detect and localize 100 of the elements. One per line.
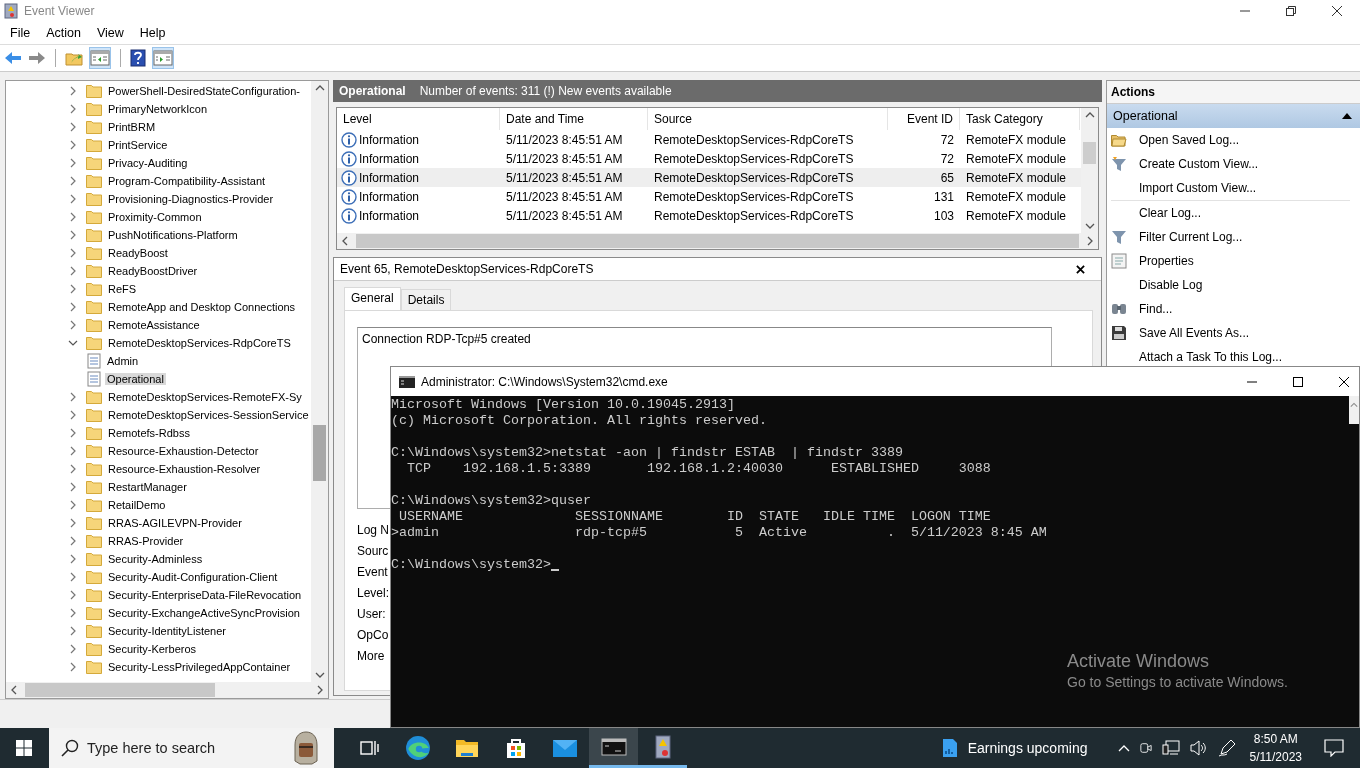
chevron-right-icon[interactable] xyxy=(68,248,78,258)
menu-item[interactable]: File xyxy=(2,26,39,40)
restore-icon[interactable] xyxy=(1286,6,1296,16)
scrollbar[interactable] xyxy=(6,682,328,698)
tree-item[interactable]: PrintService xyxy=(106,139,170,151)
back-arrow-icon[interactable] xyxy=(4,51,22,65)
maximize-icon[interactable] xyxy=(1293,376,1303,387)
chevron-up-icon[interactable] xyxy=(1117,744,1130,752)
chevron-right-icon[interactable] xyxy=(68,122,78,132)
tree-item[interactable]: RRAS-Provider xyxy=(106,535,186,547)
scrollbar[interactable] xyxy=(337,233,1098,249)
folder-icon[interactable] xyxy=(454,737,479,759)
column-header[interactable]: Event ID xyxy=(888,108,960,130)
chevron-right-icon[interactable] xyxy=(68,518,78,528)
tree-item[interactable]: PrimaryNetworkIcon xyxy=(106,103,210,115)
tree-item[interactable]: Program-Compatibility-Assistant xyxy=(106,175,268,187)
close-icon[interactable] xyxy=(1339,376,1349,387)
chevron-right-icon[interactable] xyxy=(68,392,78,402)
action-link[interactable]: Disable Log xyxy=(1137,278,1203,292)
chevron-right-icon[interactable] xyxy=(68,410,78,420)
news-widget[interactable]: Earnings upcoming xyxy=(967,740,1088,756)
scroll-up-icon[interactable] xyxy=(314,85,325,91)
chevron-down-icon[interactable] xyxy=(68,338,78,348)
chevron-right-icon[interactable] xyxy=(68,446,78,456)
scroll-thumb[interactable] xyxy=(356,234,1079,248)
chevron-right-icon[interactable] xyxy=(68,428,78,438)
scroll-thumb[interactable] xyxy=(313,425,326,481)
scroll-left-icon[interactable] xyxy=(11,685,17,695)
chevron-right-icon[interactable] xyxy=(68,230,78,240)
tree-item[interactable]: Proximity-Common xyxy=(106,211,204,223)
chevron-right-icon[interactable] xyxy=(68,194,78,204)
camera-icon[interactable] xyxy=(1139,740,1152,756)
action-link[interactable]: Clear Log... xyxy=(1137,206,1202,220)
column-header[interactable]: Date and Time xyxy=(500,108,648,130)
tree-item[interactable]: ReadyBoost xyxy=(106,247,170,259)
menu-item[interactable]: Action xyxy=(38,26,89,40)
tree-item[interactable]: Resource-Exhaustion-Detector xyxy=(106,445,261,457)
up-folder-icon[interactable] xyxy=(65,50,83,66)
chevron-right-icon[interactable] xyxy=(68,104,78,114)
action-link[interactable]: Open Saved Log... xyxy=(1137,133,1240,147)
tree-item[interactable]: Provisioning-Diagnostics-Provider xyxy=(106,193,276,205)
tree-item[interactable]: ReadyBoostDriver xyxy=(106,265,200,277)
tree-item[interactable]: RetailDemo xyxy=(106,499,168,511)
chevron-right-icon[interactable] xyxy=(68,464,78,474)
action-link[interactable]: Filter Current Log... xyxy=(1137,230,1243,244)
menu-item[interactable]: View xyxy=(88,26,132,40)
help-icon[interactable] xyxy=(130,49,146,67)
tree-item[interactable]: Security-LessPrivilegedAppContainer xyxy=(106,661,293,673)
tree-item[interactable]: RRAS-AGILEVPN-Provider xyxy=(106,517,244,529)
tree-item[interactable]: RestartManager xyxy=(106,481,189,493)
tree-item[interactable]: Security-EnterpriseData-FileRevocation xyxy=(106,589,304,601)
tree-item[interactable]: Operational xyxy=(105,373,166,385)
tab[interactable]: General xyxy=(344,287,401,310)
scrollbar[interactable] xyxy=(1081,108,1098,233)
tree-item[interactable]: Remotefs-Rdbss xyxy=(106,427,192,439)
tree-item[interactable]: RemoteAssistance xyxy=(106,319,202,331)
action-link[interactable]: Properties xyxy=(1137,254,1194,268)
scroll-up-icon[interactable] xyxy=(1084,112,1095,118)
scroll-left-icon[interactable] xyxy=(342,236,348,246)
clock[interactable]: 8:50 AM 5/11/2023 xyxy=(1249,730,1302,766)
tree-item[interactable]: Privacy-Auditing xyxy=(106,157,190,169)
chevron-right-icon[interactable] xyxy=(68,608,78,618)
scroll-down-icon[interactable] xyxy=(1084,223,1095,229)
tree-item[interactable]: PushNotifications-Platform xyxy=(106,229,240,241)
event-row[interactable]: Information 5/11/2023 8:45:51 AM RemoteDesktopServices-RdpCoreTS 72 RemoteFX module xyxy=(337,149,1081,168)
tree-item[interactable]: Security-IdentityListener xyxy=(106,625,228,637)
notification-icon[interactable] xyxy=(1324,739,1344,757)
action-link[interactable]: Create Custom View... xyxy=(1137,157,1259,171)
start-icon[interactable] xyxy=(16,740,32,756)
chevron-right-icon[interactable] xyxy=(68,176,78,186)
scrollbar[interactable] xyxy=(1349,396,1359,424)
chevron-right-icon[interactable] xyxy=(68,212,78,222)
tree-item[interactable]: Security-Kerberos xyxy=(106,643,199,655)
volume-icon[interactable] xyxy=(1189,740,1208,756)
mail-icon[interactable] xyxy=(551,738,578,758)
chevron-right-icon[interactable] xyxy=(68,662,78,672)
action-link[interactable]: Save All Events As... xyxy=(1137,326,1250,340)
chevron-right-icon[interactable] xyxy=(68,302,78,312)
forward-arrow-icon[interactable] xyxy=(28,51,46,65)
tree-item[interactable]: RemoteDesktopServices-RemoteFX-Sy xyxy=(106,391,304,403)
chevron-right-icon[interactable] xyxy=(68,158,78,168)
action-link[interactable]: Attach a Task To this Log... xyxy=(1137,350,1282,364)
tree-item[interactable]: Security-ExchangeActiveSyncProvision xyxy=(106,607,302,619)
taskbar-button[interactable] xyxy=(589,728,638,768)
action-link[interactable]: Find... xyxy=(1137,302,1173,316)
browser-icon[interactable] xyxy=(404,735,431,761)
chevron-right-icon[interactable] xyxy=(68,500,78,510)
chevron-right-icon[interactable] xyxy=(68,554,78,564)
event-row[interactable]: Information 5/11/2023 8:45:51 AM RemoteDesktopServices-RdpCoreTS 103 RemoteFX module xyxy=(337,206,1081,225)
tree-item[interactable]: RemoteDesktopServices-SessionService xyxy=(106,409,311,421)
tree-item[interactable]: Security-Audit-Configuration-Client xyxy=(106,571,280,583)
chevron-right-icon[interactable] xyxy=(68,140,78,150)
tree-item[interactable]: Security-Adminless xyxy=(106,553,205,565)
tree-item[interactable]: Admin xyxy=(105,355,141,367)
scroll-thumb[interactable] xyxy=(25,683,215,697)
network-icon[interactable] xyxy=(1161,740,1180,756)
event-viewer-icon[interactable] xyxy=(653,734,672,759)
chevron-right-icon[interactable] xyxy=(68,590,78,600)
chevron-right-icon[interactable] xyxy=(68,572,78,582)
chevron-right-icon[interactable] xyxy=(68,86,78,96)
